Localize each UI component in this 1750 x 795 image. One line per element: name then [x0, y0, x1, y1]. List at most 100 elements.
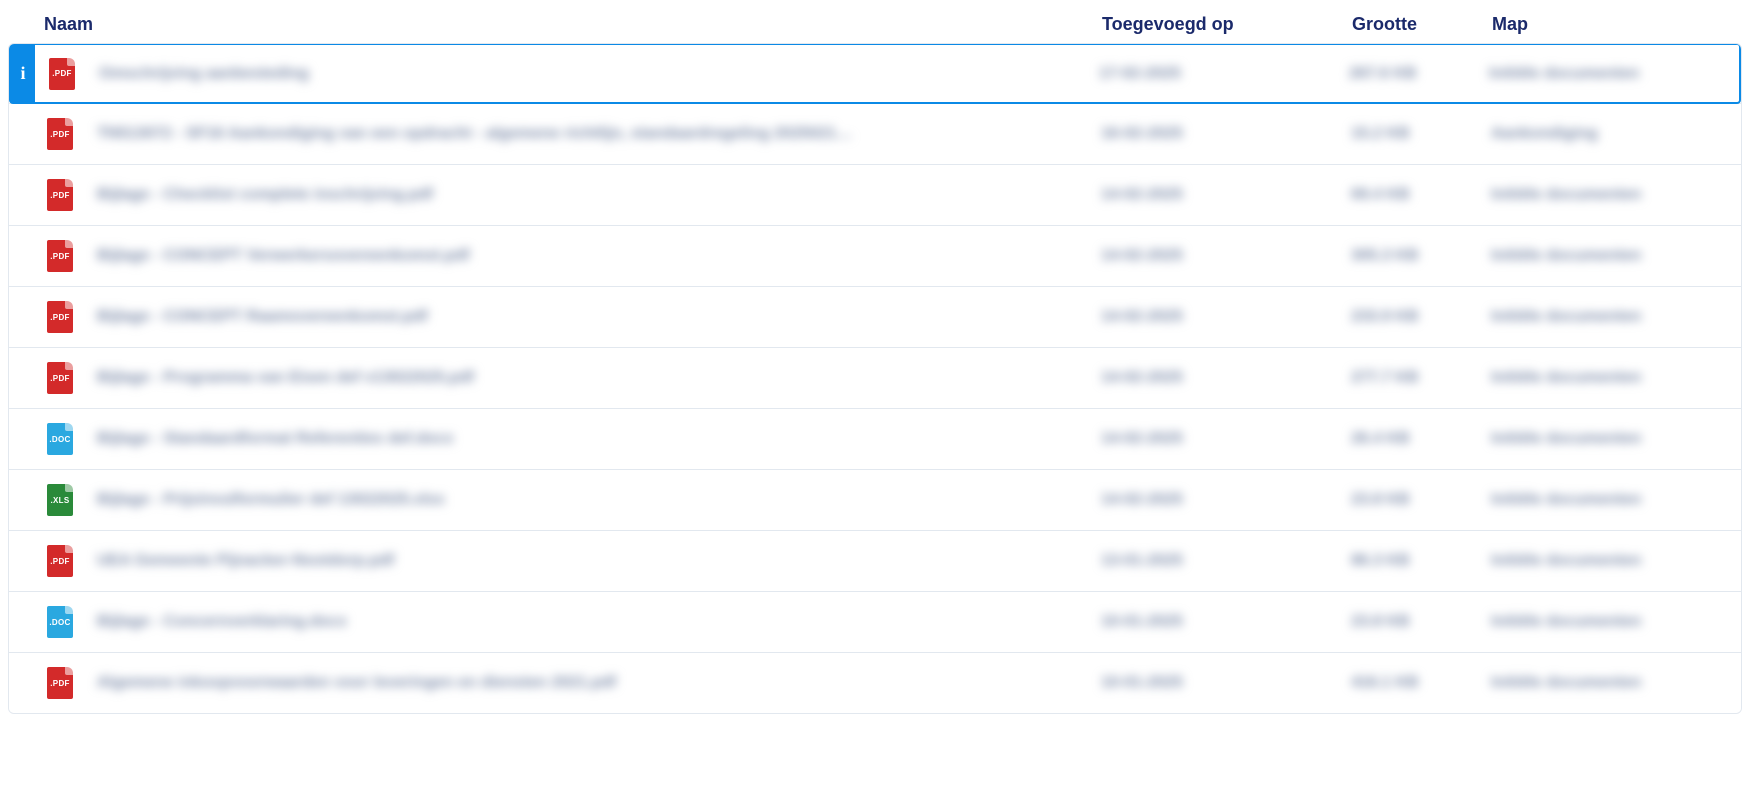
- file-table: i .PDF Omschrijving aanbesteding 17-02-2025…: [8, 43, 1742, 714]
- file-map: Initiële documenten: [1491, 613, 1741, 631]
- cell-name[interactable]: Bijlage - Checklist complete inschrijvin…: [89, 186, 1101, 204]
- table-row[interactable]: .PDF UEA Gemeente Pijnacker-Nootdorp.pdf1…: [9, 530, 1741, 591]
- cell-name[interactable]: Bijlage - Prijsinvulformulier def 130220…: [89, 491, 1101, 509]
- file-map: Initiële documenten: [1491, 491, 1741, 509]
- file-ext-label: .PDF: [50, 252, 69, 261]
- cell-name[interactable]: Bijlage - Standaardformat Referenties de…: [89, 430, 1101, 448]
- table-row[interactable]: i .PDF Omschrijving aanbesteding 17-02-2025…: [9, 43, 1741, 104]
- cell-name[interactable]: Omschrijving aanbesteding: [91, 65, 1099, 83]
- file-size: 267.6 KB: [1349, 65, 1489, 83]
- file-size: 277.7 KB: [1351, 369, 1491, 387]
- row-info-wrap: [9, 653, 37, 713]
- cell-name[interactable]: UEA Gemeente Pijnacker-Nootdorp.pdf: [89, 552, 1101, 570]
- cell-map: Initiële documenten: [1491, 552, 1741, 570]
- table-row[interactable]: .PDF Bijlage - Programma van Eisen def v1…: [9, 347, 1741, 408]
- col-header-name[interactable]: Naam: [36, 14, 1102, 35]
- table-header: Naam Toegevoegd op Grootte Map: [8, 8, 1742, 43]
- doc-file-icon: .DOC: [47, 606, 73, 638]
- file-map: Initiële documenten: [1491, 430, 1741, 448]
- file-map: Initiële documenten: [1491, 674, 1741, 692]
- file-size: 305.3 KB: [1351, 247, 1491, 265]
- file-date: 14-02-2025: [1101, 186, 1351, 204]
- pdf-file-icon: .PDF: [47, 118, 73, 150]
- file-map: Aankondiging: [1491, 125, 1741, 143]
- cell-map: Initiële documenten: [1491, 186, 1741, 204]
- cell-map: Initiële documenten: [1491, 369, 1741, 387]
- cell-map: Initiële documenten: [1491, 674, 1741, 692]
- file-name: Bijlage - Checklist complete inschrijvin…: [97, 186, 917, 204]
- cell-name[interactable]: Algemene inkoopvoorwaarden voor levering…: [89, 674, 1101, 692]
- file-name: TN513072 - SF16 Aankondiging van een opd…: [97, 125, 917, 143]
- file-map: Initiële documenten: [1491, 247, 1741, 265]
- file-ext-label: .PDF: [50, 557, 69, 566]
- cell-size: 305.3 KB: [1351, 247, 1491, 265]
- file-name: Bijlage - Programma van Eisen def v13022…: [97, 369, 917, 387]
- table-row[interactable]: .PDF Bijlage - Checklist complete inschri…: [9, 164, 1741, 225]
- file-ext-label: .XLS: [51, 496, 70, 505]
- pdf-file-icon: .PDF: [47, 362, 73, 394]
- cell-date: 14-02-2025: [1101, 491, 1351, 509]
- table-row[interactable]: .XLS Bijlage - Prijsinvulformulier def 13…: [9, 469, 1741, 530]
- row-info-wrap: [9, 592, 37, 652]
- cell-size: 86.3 KB: [1351, 552, 1491, 570]
- cell-size: 26.4 KB: [1351, 430, 1491, 448]
- cell-date: 10-01-2025: [1101, 674, 1351, 692]
- file-map: Initiële documenten: [1491, 552, 1741, 570]
- file-name: Bijlage - CONCEPT Verwerkersovereenkomst…: [97, 247, 917, 265]
- cell-name[interactable]: TN513072 - SF16 Aankondiging van een opd…: [89, 125, 1101, 143]
- col-header-map[interactable]: Map: [1492, 14, 1742, 35]
- table-row[interactable]: .DOC Bijlage - Concernverklaring.docx 10-0…: [9, 591, 1741, 652]
- file-name: Bijlage - Concernverklaring.docx: [97, 613, 917, 631]
- col-header-date[interactable]: Toegevoegd op: [1102, 14, 1352, 35]
- info-icon[interactable]: i: [11, 45, 35, 102]
- file-date: 10-01-2025: [1101, 613, 1351, 631]
- cell-name[interactable]: Bijlage - CONCEPT Verwerkersovereenkomst…: [89, 247, 1101, 265]
- file-name: Bijlage - CONCEPT Raamovereenkomst.pdf: [97, 308, 917, 326]
- file-map: Initiële documenten: [1491, 369, 1741, 387]
- cell-name[interactable]: Bijlage - Programma van Eisen def v13022…: [89, 369, 1101, 387]
- file-size: 15.2 KB: [1351, 125, 1491, 143]
- file-size: 23.8 KB: [1351, 613, 1491, 631]
- cell-size: 416.1 KB: [1351, 674, 1491, 692]
- file-date: 14-02-2025: [1101, 247, 1351, 265]
- file-ext-label: .DOC: [49, 435, 70, 444]
- file-date: 13-01-2025: [1101, 552, 1351, 570]
- cell-name[interactable]: Bijlage - CONCEPT Raamovereenkomst.pdf: [89, 308, 1101, 326]
- file-name: Bijlage - Standaardformat Referenties de…: [97, 430, 917, 448]
- row-info-wrap: [9, 287, 37, 347]
- cell-date: 17-02-2025: [1099, 65, 1349, 83]
- cell-size: 23.8 KB: [1351, 613, 1491, 631]
- row-info-wrap: [9, 409, 37, 469]
- table-row[interactable]: .DOC Bijlage - Standaardformat Referentie…: [9, 408, 1741, 469]
- cell-date: 14-02-2025: [1101, 369, 1351, 387]
- cell-map: Aankondiging: [1491, 125, 1741, 143]
- col-header-size[interactable]: Grootte: [1352, 14, 1492, 35]
- file-name: Omschrijving aanbesteding: [99, 65, 919, 83]
- pdf-file-icon: .PDF: [47, 179, 73, 211]
- table-row[interactable]: .PDF TN513072 - SF16 Aankondiging van een…: [9, 103, 1741, 164]
- row-info-wrap: [9, 165, 37, 225]
- cell-map: Initiële documenten: [1491, 491, 1741, 509]
- file-size: 233.9 KB: [1351, 308, 1491, 326]
- cell-name[interactable]: Bijlage - Concernverklaring.docx: [89, 613, 1101, 631]
- file-size: 86.3 KB: [1351, 552, 1491, 570]
- cell-size: 15.2 KB: [1351, 125, 1491, 143]
- table-row[interactable]: .PDFAlgemene inkoopvoorwaarden voor leve…: [9, 652, 1741, 713]
- row-info-wrap: [9, 104, 37, 164]
- row-info-wrap: [9, 348, 37, 408]
- table-row[interactable]: .PDFBijlage - CONCEPT Raamovereenkomst.p…: [9, 286, 1741, 347]
- file-map: Initiële documenten: [1489, 65, 1739, 83]
- cell-date: 10-01-2025: [1101, 613, 1351, 631]
- cell-date: 14-02-2025: [1101, 186, 1351, 204]
- file-ext-label: .PDF: [50, 130, 69, 139]
- file-size: 26.4 KB: [1351, 430, 1491, 448]
- cell-map: Initiële documenten: [1491, 613, 1741, 631]
- file-ext-label: .PDF: [50, 374, 69, 383]
- row-info-wrap: [9, 531, 37, 591]
- file-date: 14-02-2025: [1101, 369, 1351, 387]
- file-size: 23.8 KB: [1351, 491, 1491, 509]
- pdf-file-icon: .PDF: [49, 58, 75, 90]
- table-row[interactable]: .PDF Bijlage - CONCEPT Verwerkersovereenk…: [9, 225, 1741, 286]
- pdf-file-icon: .PDF: [47, 240, 73, 272]
- row-info-wrap: [9, 226, 37, 286]
